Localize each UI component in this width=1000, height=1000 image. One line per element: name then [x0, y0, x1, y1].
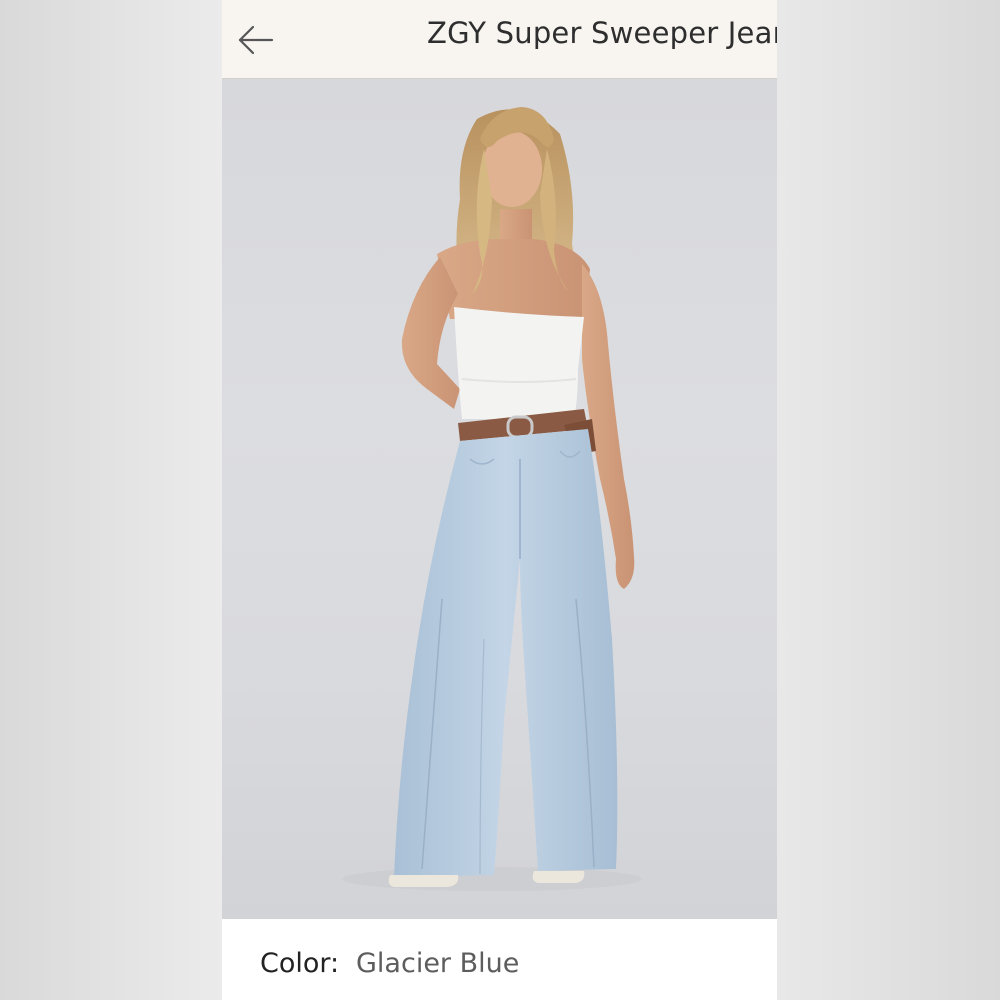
page-title: ZGY Super Sweeper Jean: [427, 16, 777, 50]
product-screen: ZGY Super Sweeper Jean Color: Glacier Bl…: [222, 0, 777, 1000]
color-value[interactable]: Glacier Blue: [356, 948, 519, 979]
color-label: Color:: [260, 948, 340, 979]
back-button[interactable]: [236, 20, 276, 60]
top-bar: ZGY Super Sweeper Jean: [222, 0, 777, 79]
left-blur-panel: [0, 0, 222, 1000]
product-image[interactable]: [222, 79, 777, 919]
model-photo: [342, 107, 642, 891]
right-blur-panel: [777, 0, 1000, 1000]
arrow-left-icon: [238, 25, 274, 55]
product-details: Color: Glacier Blue: [222, 919, 777, 1000]
